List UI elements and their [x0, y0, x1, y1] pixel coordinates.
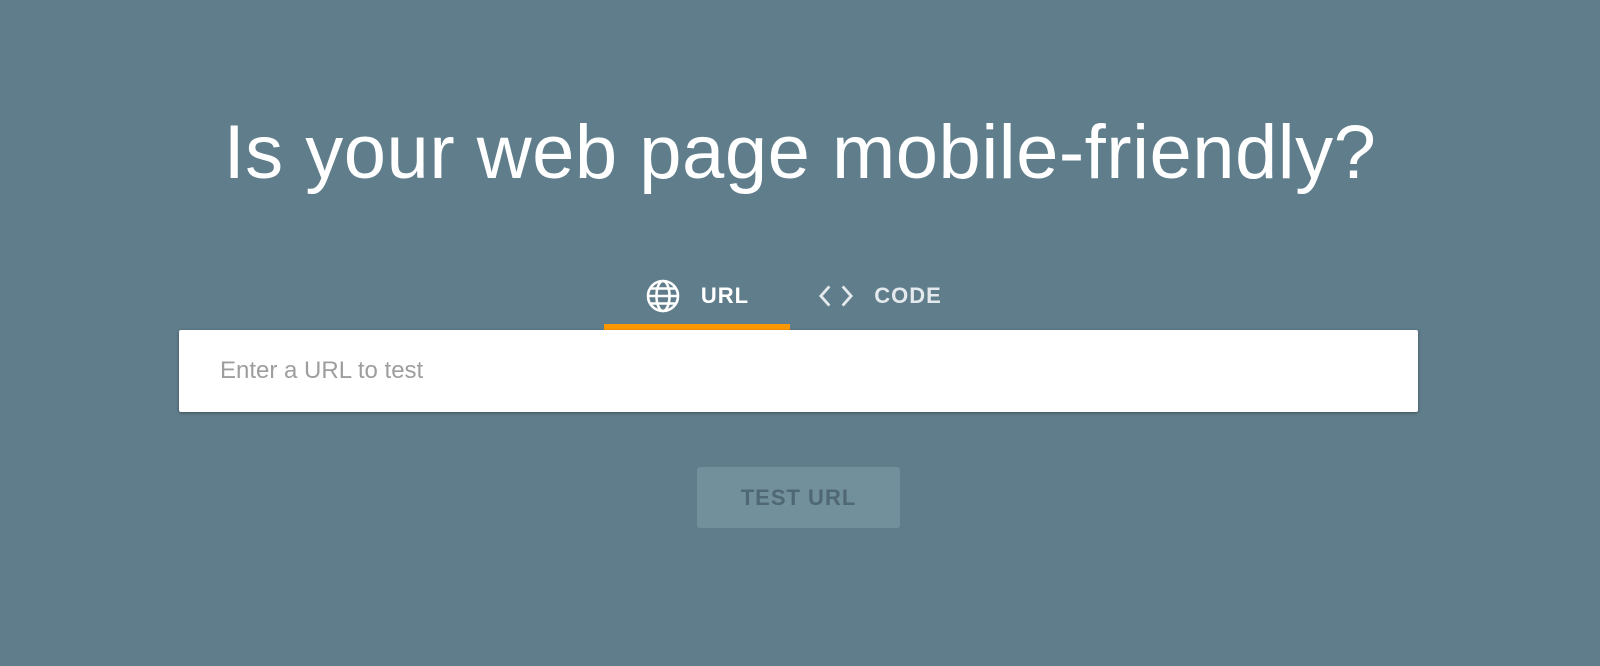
page-title: Is your web page mobile-friendly?: [223, 110, 1377, 195]
url-input-container: [179, 330, 1418, 412]
tab-url-label: URL: [700, 283, 750, 308]
code-brackets-icon: [818, 278, 854, 314]
tab-code[interactable]: CODE: [790, 262, 970, 330]
tab-code-label: CODE: [874, 283, 942, 308]
test-url-button[interactable]: TEST URL: [697, 467, 900, 528]
globe-icon: [645, 278, 681, 314]
input-mode-tabs: URL CODE: [604, 262, 970, 330]
tab-url[interactable]: URL: [604, 262, 790, 330]
url-input[interactable]: [179, 330, 1418, 412]
mobile-friendly-test-page: Is your web page mobile-friendly? URL CO…: [0, 0, 1600, 666]
